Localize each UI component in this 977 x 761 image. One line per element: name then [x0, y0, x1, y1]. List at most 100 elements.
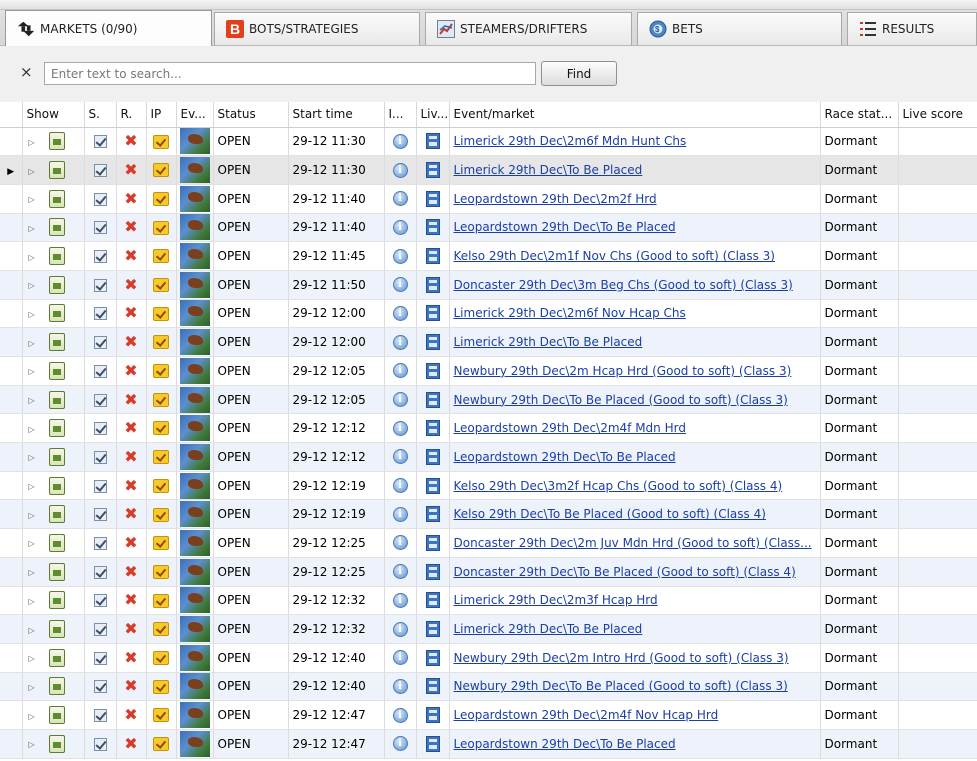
header-live-score[interactable]: Live score	[898, 102, 977, 128]
checkbox-icon[interactable]	[93, 135, 107, 149]
in-play-icon[interactable]	[153, 478, 169, 493]
remove-icon[interactable]: ✖	[124, 248, 137, 264]
show-market-icon[interactable]	[48, 132, 65, 151]
header-ip[interactable]: IP	[146, 102, 177, 128]
expand-arrow-icon[interactable]: ▷	[29, 712, 35, 721]
table-row[interactable]: ▶ ▷ ✖ OPEN 29-12 11:30 i Limerick 29th Dec\To …	[0, 155, 977, 185]
table-row[interactable]: ▷ ✖ OPEN 29-12 12:32 i Limerick 29th Dec\2m3f…	[0, 586, 977, 616]
remove-icon[interactable]: ✖	[124, 162, 137, 178]
event-market-link[interactable]: Limerick 29th Dec\To Be Placed	[450, 163, 643, 177]
header-r[interactable]: R.	[116, 102, 147, 128]
table-row[interactable]: ▷ ✖ OPEN 29-12 12:00 i Limerick 29th Dec\To B…	[0, 327, 977, 357]
remove-icon[interactable]: ✖	[124, 707, 137, 723]
remove-icon[interactable]: ✖	[124, 506, 137, 522]
live-video-icon[interactable]	[425, 592, 440, 609]
remove-icon[interactable]: ✖	[124, 448, 137, 465]
table-row[interactable]: ▷ ✖ OPEN 29-12 12:00 i Limerick 29th Dec\2m6f…	[0, 299, 977, 329]
remove-icon[interactable]: ✖	[124, 621, 137, 637]
show-market-icon[interactable]	[48, 677, 65, 696]
in-play-icon[interactable]	[153, 679, 169, 694]
remove-icon[interactable]: ✖	[124, 563, 137, 580]
checkbox-icon[interactable]	[93, 336, 107, 350]
expand-arrow-icon[interactable]: ▷	[29, 425, 35, 434]
event-market-link[interactable]: Leopardstown 29th Dec\To Be Placed	[450, 450, 676, 464]
show-market-icon[interactable]	[48, 390, 65, 409]
expand-arrow-icon[interactable]: ▷	[29, 253, 35, 262]
checkbox-icon[interactable]	[93, 221, 107, 235]
header-race-status[interactable]: Race stat...	[820, 102, 899, 128]
live-video-icon[interactable]	[425, 248, 440, 265]
tab-steamers-drifters[interactable]: STEAMERS/DRIFTERS	[425, 12, 632, 45]
table-row[interactable]: ▷ ✖ OPEN 29-12 12:47 i Leopardstown 29th Dec\…	[0, 700, 977, 730]
checkbox-icon[interactable]	[93, 594, 107, 608]
table-row[interactable]: ▷ ✖ OPEN 29-12 12:47 i Leopardstown 29th Dec\…	[0, 729, 977, 759]
show-market-icon[interactable]	[48, 533, 65, 552]
show-market-icon[interactable]	[48, 476, 65, 495]
table-row[interactable]: ▷ ✖ OPEN 29-12 12:40 i Newbury 29th Dec\2m In…	[0, 643, 977, 673]
expand-arrow-icon[interactable]: ▷	[29, 396, 35, 405]
event-market-link[interactable]: Leopardstown 29th Dec\To Be Placed	[450, 737, 676, 751]
table-row[interactable]: ▷ ✖ OPEN 29-12 11:50 i Doncaster 29th Dec\3m …	[0, 270, 977, 300]
in-play-icon[interactable]	[153, 450, 169, 465]
table-row[interactable]: ▷ ✖ OPEN 29-12 12:25 i Doncaster 29th Dec\To …	[0, 557, 977, 587]
in-play-icon[interactable]	[153, 421, 169, 436]
info-icon[interactable]: i	[392, 277, 408, 293]
expand-arrow-icon[interactable]: ▷	[29, 367, 35, 376]
expand-arrow-icon[interactable]: ▷	[29, 539, 35, 548]
show-market-icon[interactable]	[48, 247, 65, 266]
live-video-icon[interactable]	[425, 678, 440, 695]
event-market-link[interactable]: Kelso 29th Dec\2m1f Nov Chs (Good to sof…	[450, 249, 776, 263]
table-row[interactable]: ▷ ✖ OPEN 29-12 12:40 i Newbury 29th Dec\To Be…	[0, 672, 977, 702]
show-market-icon[interactable]	[48, 161, 65, 180]
event-market-link[interactable]: Limerick 29th Dec\2m3f Hcap Hrd	[450, 593, 658, 607]
remove-icon[interactable]: ✖	[124, 420, 137, 436]
info-icon[interactable]: i	[392, 334, 408, 350]
in-play-icon[interactable]	[153, 306, 169, 321]
remove-icon[interactable]: ✖	[124, 305, 137, 321]
remove-icon[interactable]: ✖	[124, 534, 137, 551]
in-play-icon[interactable]	[153, 708, 169, 723]
show-market-icon[interactable]	[48, 562, 65, 581]
checkbox-icon[interactable]	[93, 623, 107, 637]
table-row[interactable]: ▷ ✖ OPEN 29-12 12:05 i Newbury 29th Dec\2m Hc…	[0, 356, 977, 386]
info-icon[interactable]: i	[392, 219, 408, 235]
live-video-icon[interactable]	[425, 133, 440, 150]
event-market-link[interactable]: Leopardstown 29th Dec\2m2f Hrd	[450, 192, 657, 206]
checkbox-icon[interactable]	[93, 680, 107, 694]
live-video-icon[interactable]	[425, 276, 440, 293]
in-play-icon[interactable]	[153, 191, 169, 206]
info-icon[interactable]: i	[392, 736, 408, 752]
info-icon[interactable]: i	[392, 305, 408, 321]
in-play-icon[interactable]	[153, 392, 169, 407]
event-market-link[interactable]: Leopardstown 29th Dec\2m4f Mdn Hrd	[450, 421, 686, 435]
live-video-icon[interactable]	[425, 621, 440, 638]
in-play-icon[interactable]	[153, 364, 169, 379]
live-video-icon[interactable]	[425, 563, 440, 580]
table-row[interactable]: ▷ ✖ OPEN 29-12 11:30 i Limerick 29th Dec\2m6f…	[0, 127, 977, 157]
live-video-icon[interactable]	[425, 735, 440, 752]
checkbox-icon[interactable]	[93, 393, 107, 407]
show-market-icon[interactable]	[48, 706, 65, 725]
remove-icon[interactable]: ✖	[124, 190, 137, 207]
checkbox-icon[interactable]	[93, 651, 107, 665]
show-market-icon[interactable]	[48, 218, 65, 237]
checkbox-icon[interactable]	[93, 737, 107, 751]
event-market-link[interactable]: Newbury 29th Dec\To Be Placed (Good to s…	[450, 679, 788, 693]
checkbox-icon[interactable]	[93, 536, 107, 550]
checkbox-icon[interactable]	[93, 192, 107, 206]
live-video-icon[interactable]	[425, 506, 440, 523]
info-icon[interactable]: i	[392, 449, 408, 465]
in-play-icon[interactable]	[153, 163, 169, 178]
in-play-icon[interactable]	[153, 278, 169, 293]
remove-icon[interactable]: ✖	[124, 678, 137, 694]
remove-icon[interactable]: ✖	[124, 592, 137, 608]
live-video-icon[interactable]	[425, 190, 440, 207]
checkbox-icon[interactable]	[93, 250, 107, 264]
tab-bets[interactable]: $ BETS	[637, 12, 842, 45]
show-market-icon[interactable]	[48, 419, 65, 438]
event-market-link[interactable]: Limerick 29th Dec\To Be Placed	[450, 335, 643, 349]
event-market-link[interactable]: Kelso 29th Dec\3m2f Hcap Chs (Good to so…	[450, 479, 783, 493]
info-icon[interactable]: i	[392, 248, 408, 264]
show-market-icon[interactable]	[48, 734, 65, 753]
header-info[interactable]: I...	[384, 102, 417, 128]
